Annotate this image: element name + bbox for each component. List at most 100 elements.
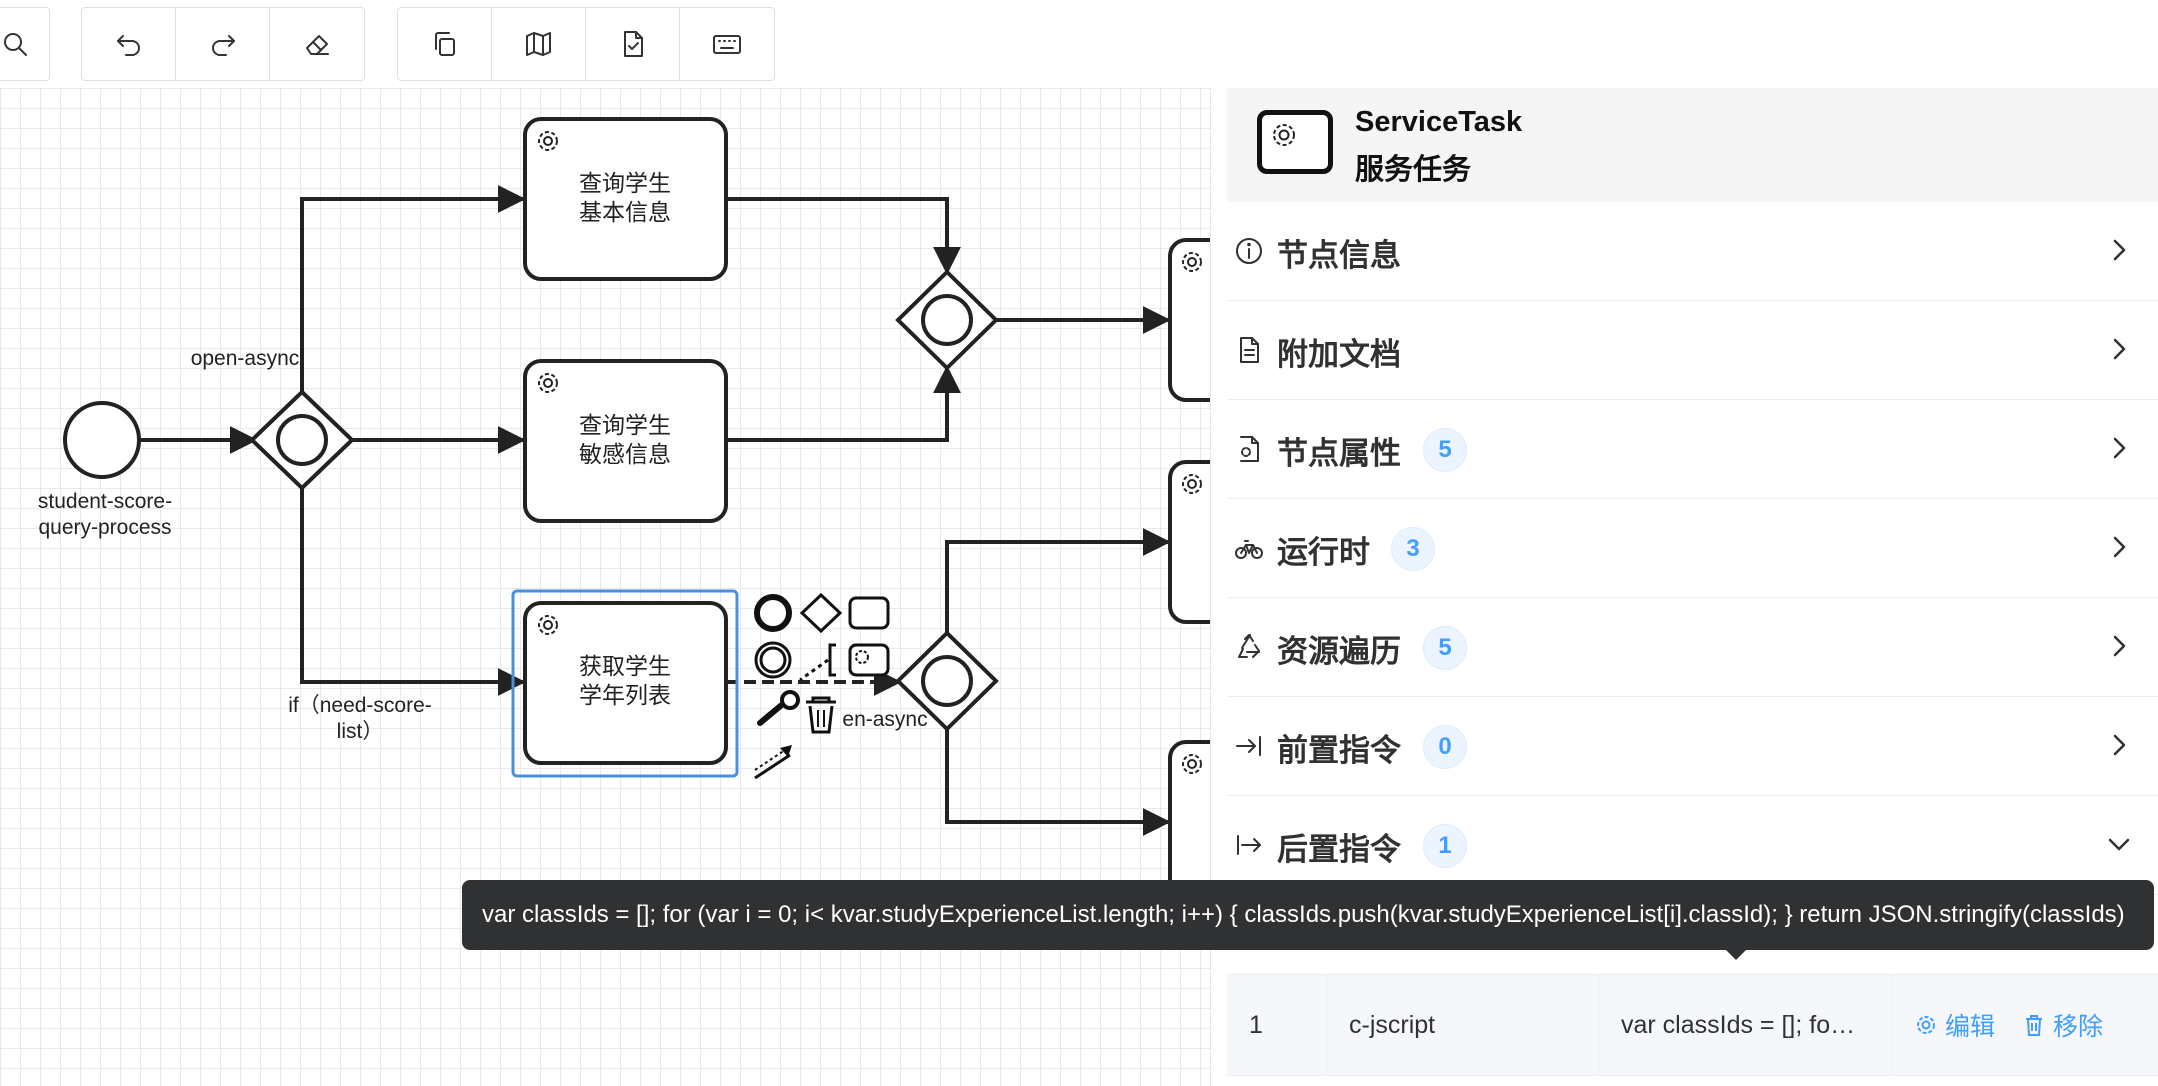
file-gear-icon — [1233, 433, 1265, 465]
wrench-icon[interactable] — [757, 690, 800, 726]
chevron-down-icon — [2105, 830, 2133, 858]
edit-button[interactable]: 编辑 — [1913, 1007, 1995, 1043]
toolbar-group-zoom — [0, 7, 50, 81]
count-badge: 1 — [1423, 824, 1467, 868]
eraser-icon — [306, 35, 329, 55]
count-badge: 0 — [1423, 725, 1467, 769]
service-task-partial-2[interactable] — [1168, 460, 1210, 624]
bike-icon — [1233, 532, 1265, 564]
section-label: 后置指令 — [1277, 832, 1401, 867]
eraser-button[interactable] — [270, 8, 364, 80]
section-node-info[interactable]: 节点信息 — [1227, 202, 2158, 301]
zoom-icon — [4, 33, 27, 56]
remove-label: 移除 — [2053, 1013, 2104, 1041]
append-end-event-icon[interactable] — [754, 594, 792, 632]
chevron-right-icon — [2105, 335, 2133, 363]
flow-if-need-score[interactable] — [300, 487, 526, 696]
toolbar-group-history — [81, 7, 365, 81]
map-icon — [525, 32, 551, 56]
element-type-title: ServiceTask — [1355, 106, 1523, 138]
service-task-partial-1[interactable] — [1168, 238, 1210, 402]
flow-label-open-async-2: en-async — [842, 708, 928, 731]
redo-button[interactable] — [176, 8, 270, 80]
count-badge: 5 — [1423, 626, 1467, 670]
gear-icon — [538, 615, 558, 635]
section-label: 节点属性 — [1277, 436, 1401, 471]
toolbar-group-tools — [397, 7, 775, 81]
redo-icon — [211, 35, 235, 56]
gateway-join[interactable] — [895, 269, 999, 371]
row-value[interactable]: var classIds = []; fo… — [1599, 975, 1893, 1075]
table-row: 1 c-jscript var classIds = []; fo… 编辑 移除 — [1227, 974, 2158, 1076]
count-badge: 5 — [1423, 428, 1467, 472]
arrow-from-line-icon — [1233, 829, 1265, 861]
undo-button[interactable] — [82, 8, 176, 80]
section-label: 资源遍历 — [1277, 634, 1401, 669]
service-task-partial-3[interactable] — [1168, 740, 1210, 904]
delete-icon[interactable] — [806, 696, 836, 734]
section-label: 前置指令 — [1277, 733, 1401, 768]
zoom-button[interactable] — [0, 8, 49, 80]
append-intermediate-event-icon[interactable] — [754, 641, 792, 679]
copy-button[interactable] — [398, 8, 492, 80]
chevron-right-icon — [2105, 533, 2133, 561]
toolbar — [0, 0, 1210, 88]
start-event-label: student-score-query-process — [37, 490, 173, 539]
gear-icon — [1917, 1016, 1935, 1034]
validate-button[interactable] — [586, 8, 680, 80]
flow-split-upper[interactable] — [945, 528, 1171, 633]
keyboard-icon — [713, 35, 741, 54]
arrow-to-line-icon — [1233, 730, 1265, 762]
parallel-gateway-split[interactable] — [249, 389, 355, 491]
section-node-properties[interactable]: 节点属性 5 — [1227, 400, 2158, 499]
flow-label-if-need-score: if（need-score-list） — [288, 694, 432, 743]
section-label: 运行时 — [1277, 535, 1370, 570]
recycle-icon — [1233, 631, 1265, 663]
undo-icon — [116, 35, 140, 56]
remove-button[interactable]: 移除 — [2021, 1007, 2103, 1043]
trash-icon — [2026, 1015, 2043, 1036]
flow-open-async[interactable] — [300, 185, 526, 393]
info-icon — [1233, 235, 1265, 267]
file-check-icon — [623, 31, 643, 57]
service-task-icon — [1257, 110, 1333, 174]
element-type-subtitle: 服务任务 — [1355, 154, 1472, 186]
change-type-icon[interactable] — [848, 643, 890, 677]
value-tooltip: var classIds = []; for (var i = 0; i< kv… — [462, 880, 2154, 950]
tooltip-arrow — [1724, 948, 1748, 960]
flow-split-lower[interactable] — [945, 729, 1171, 836]
append-gateway-icon[interactable] — [799, 592, 843, 634]
task-label-sensitive-info: 查询学生 敏感信息 — [579, 412, 671, 467]
task-label-year-list: 获取学生 学年列表 — [579, 653, 671, 708]
start-event[interactable] — [63, 401, 141, 479]
keyboard-button[interactable] — [680, 8, 774, 80]
minimap-button[interactable] — [492, 8, 586, 80]
section-label: 节点信息 — [1277, 238, 1401, 273]
section-runtime[interactable]: 运行时 3 — [1227, 499, 2158, 598]
copy-icon — [434, 32, 455, 56]
append-text-annotation-icon[interactable] — [799, 643, 836, 682]
section-attached-docs[interactable]: 附加文档 — [1227, 301, 2158, 400]
task-label-basic-info: 查询学生 基本信息 — [579, 170, 671, 225]
append-task-icon[interactable] — [848, 596, 890, 630]
section-pre-directives[interactable]: 前置指令 0 — [1227, 697, 2158, 796]
chevron-right-icon — [2105, 632, 2133, 660]
gear-icon — [538, 373, 558, 393]
section-label: 附加文档 — [1277, 337, 1401, 372]
gear-icon — [538, 131, 558, 151]
section-resource-traversal[interactable]: 资源遍历 5 — [1227, 598, 2158, 697]
flow-sensitive-to-join[interactable] — [726, 365, 961, 442]
chevron-right-icon — [2105, 236, 2133, 264]
edit-label: 编辑 — [1945, 1013, 1996, 1041]
chevron-right-icon — [2105, 731, 2133, 759]
connect-icon[interactable] — [754, 745, 792, 780]
count-badge: 3 — [1391, 527, 1435, 571]
flow-basic-to-join[interactable] — [726, 197, 961, 275]
document-icon — [1233, 334, 1265, 366]
row-index: 1 — [1227, 975, 1327, 1075]
context-pad — [754, 592, 890, 780]
flow-label-open-async: open-async — [190, 347, 300, 370]
panel-header: ServiceTask 服务任务 — [1227, 88, 2158, 203]
row-actions: 编辑 移除 — [1893, 975, 2129, 1075]
chevron-right-icon — [2105, 434, 2133, 462]
